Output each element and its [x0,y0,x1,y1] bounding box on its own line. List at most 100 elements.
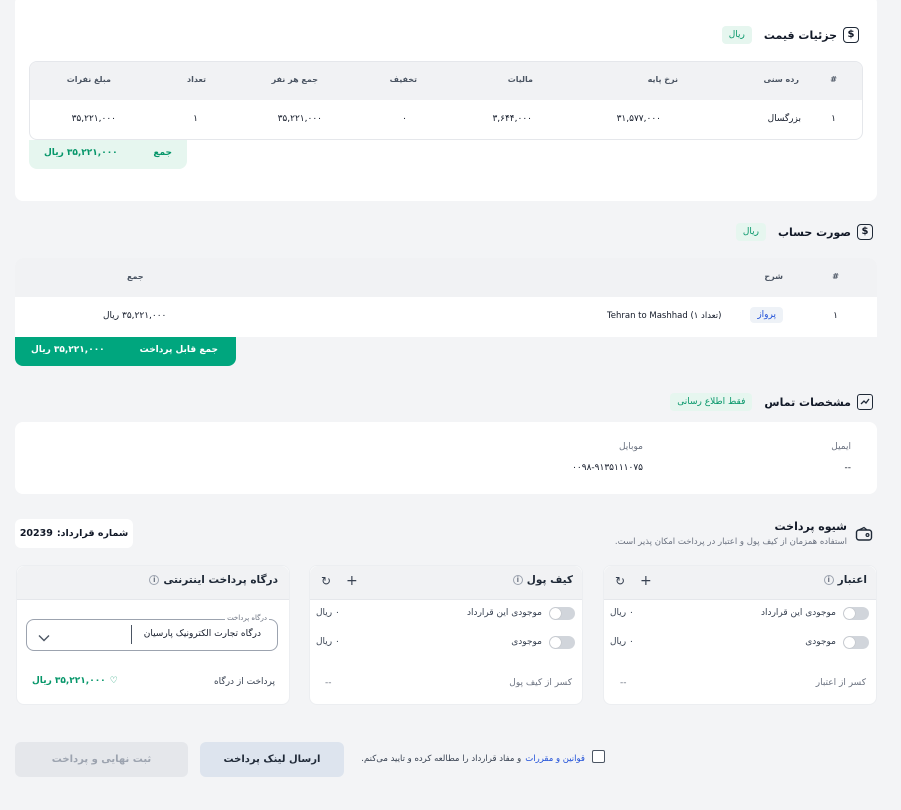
info-icon: i [823,575,834,585]
contact-header: مشخصات تماس فقط اطلاع رسانی [670,393,873,411]
wallet-icon [855,526,873,542]
credit-contract-balance-value: ۰ ریال [610,608,634,618]
wallet-balance-label: موجودی [511,637,542,647]
credit-deduct-value[interactable]: -- [620,678,627,688]
dollar-icon: $ [857,224,873,240]
contact-title: مشخصات تماس [764,395,851,409]
th-total: مبلغ نفرات [66,75,111,84]
chart-card-icon [857,394,873,410]
th-tax: مالیات [507,75,533,84]
credit-balance-label: موجودی [805,637,836,647]
credit-balance-toggle[interactable] [843,636,869,649]
wallet-deduct-label: کسر از کیف پول [509,678,572,688]
th-count: تعداد [187,75,206,84]
payment-subtitle: استفاده همزمان از کیف پول و اعتبار در پر… [614,537,847,547]
wallet-title: کیف پول [526,574,573,586]
payment-title: شیوه پرداخت [774,520,848,533]
chevron-down-icon[interactable] [38,628,50,642]
wallet-contract-toggle[interactable] [549,607,575,620]
gateway-pay-value: ۳۵,۲۲۱,۰۰۰ ریال [32,676,106,686]
select-divider [131,625,132,644]
refresh-icon[interactable]: ↻ [615,574,625,588]
gateway-title-wrap: درگاه پرداخت اینترنتی i [149,574,278,586]
td-discount: ۰ [402,114,407,124]
terms-text: و مفاد قرارداد را مطالعه کرده و تایید می… [361,754,522,764]
mobile-value: ۰۰۹۸-۹۱۳۵۱۱۱۰۷۵ [572,463,643,473]
mobile-label: موبایل [618,442,643,452]
info-icon: i [149,575,160,585]
invoice-table-header [15,258,877,297]
td-per-person: ۳۵,۲۲۱,۰۰۰ [277,114,322,124]
finalize-payment-button[interactable]: ثبت نهایی و پرداخت [15,742,188,777]
add-icon[interactable]: + [346,573,358,589]
send-payment-link-label: ارسال لینک پرداخت [223,754,321,765]
contract-label: شماره قرارداد: [56,528,129,539]
credit-contract-balance-label: موجودی این قرارداد [761,608,836,618]
credit-balance-value: ۰ ریال [610,637,634,647]
heart-icon: ♡ [109,676,118,686]
terms-checkbox[interactable] [592,750,605,763]
invoice-currency-badge: ریال [735,223,766,241]
wallet-contract-balance-value: ۰ ریال [316,608,340,618]
gateway-pay-label: پرداخت از درگاه [213,677,275,687]
inv-th-sum: جمع [127,272,144,281]
finalize-payment-label: ثبت نهایی و پرداخت [51,754,152,765]
payable-label: جمع قابل پرداخت [139,345,218,355]
contract-number: 20239 [19,528,53,539]
credit-title-wrap: اعتبار i [823,574,867,586]
wallet-balance-toggle[interactable] [549,636,575,649]
email-label: ایمیل [831,442,851,452]
invoice-title: صورت حساب [777,225,851,239]
inv-td-desc: Tehran to Mashhad (تعداد ۱) [607,311,722,321]
contact-card [15,422,877,494]
price-sum-label: جمع [153,148,172,158]
terms-text-wrap: قوانین و مقررات و مفاد قرارداد را مطالعه… [361,754,585,764]
wallet-deduct-value[interactable]: -- [325,678,332,688]
contract-number-box: شماره قرارداد: 20239 [15,519,133,548]
td-total: ۳۵,۲۲۱,۰۰۰ [71,114,116,124]
invoice-table [15,258,877,337]
email-value: -- [844,463,852,473]
th-base: نرخ پایه [647,75,678,84]
gateway-title: درگاه پرداخت اینترنتی [163,574,278,586]
wallet-balance-value: ۰ ریال [316,637,340,647]
inv-td-amount: ۳۵,۲۲۱,۰۰۰ ریال [103,311,167,321]
price-details-title: جزئیات قیمت [763,28,837,42]
td-idx: ۱ [831,114,836,124]
inv-td-idx: ۱ [833,311,838,321]
gateway-select-label: درگاه پرداخت [225,614,269,622]
send-payment-link-button[interactable]: ارسال لینک پرداخت [200,742,344,777]
credit-contract-toggle[interactable] [843,607,869,620]
price-table [29,61,863,140]
th-idx: # [830,75,837,84]
add-icon[interactable]: + [640,573,652,589]
th-age: رده سنی [763,75,799,84]
refresh-icon[interactable]: ↻ [321,574,331,588]
notify-only-badge: فقط اطلاع رسانی [670,393,753,411]
credit-title: اعتبار [837,574,867,586]
price-sum-value: ۳۵,۲۲۱,۰۰۰ ریال [44,148,118,158]
wallet-title-wrap: کیف پول i [512,574,573,586]
td-tax: ۳,۶۴۴,۰۰۰ [492,114,532,124]
credit-deduct-label: کسر از اعتبار [815,678,866,688]
terms-link[interactable]: قوانین و مقررات [525,754,585,764]
currency-badge: ریال [721,26,752,44]
th-discount: تخفیف [389,75,417,84]
gateway-select-value: درگاه تجارت الکترونیک پارسیان [143,629,261,639]
flight-tag: پرواز [750,307,783,323]
inv-th-desc: شرح [764,272,783,281]
info-icon: i [512,575,523,585]
td-age: بزرگسال [767,114,801,124]
dollar-icon: $ [843,27,859,43]
wallet-contract-balance-label: موجودی این قرارداد [467,608,542,618]
price-table-header [30,62,862,100]
th-per-person: جمع هر نفر [271,75,318,84]
invoice-header: $ صورت حساب ریال [735,223,873,241]
payable-value: ۳۵,۲۲۱,۰۰۰ ریال [31,345,105,355]
td-base: ۳۱,۵۷۷,۰۰۰ [616,114,661,124]
gateway-pay-amount: ♡ ۳۵,۲۲۱,۰۰۰ ریال [32,676,118,686]
td-count: ۱ [193,114,198,124]
inv-th-idx: # [832,272,839,281]
payment-header: شیوه پرداخت استفاده همزمان از کیف پول و … [615,520,873,547]
price-details-header: $ جزئیات قیمت ریال [721,26,859,44]
